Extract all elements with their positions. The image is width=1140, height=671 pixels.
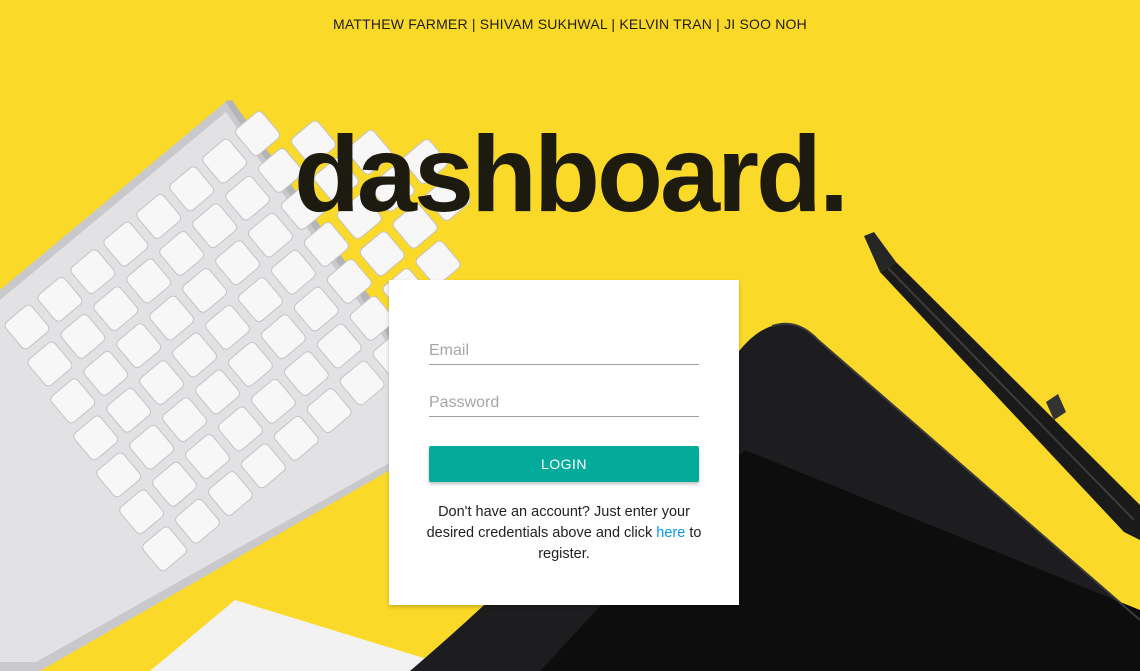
authors-credits: MATTHEW FARMER | SHIVAM SUKHWAL | KELVIN…: [333, 16, 807, 32]
white-surface: [150, 600, 430, 671]
email-field[interactable]: [429, 342, 699, 360]
password-field-wrapper: [429, 380, 699, 417]
register-link[interactable]: here: [656, 525, 685, 541]
register-note-prefix: Don't have an account? Just enter your d…: [426, 504, 690, 541]
login-card: LOGIN Don't have an account? Just enter …: [389, 280, 739, 605]
login-button[interactable]: LOGIN: [429, 446, 699, 482]
page-title: dashboard.: [293, 113, 849, 234]
password-field[interactable]: [429, 394, 699, 412]
register-note: Don't have an account? Just enter your d…: [419, 502, 709, 565]
keyboard-key: [359, 231, 405, 277]
email-field-wrapper: [429, 328, 699, 365]
